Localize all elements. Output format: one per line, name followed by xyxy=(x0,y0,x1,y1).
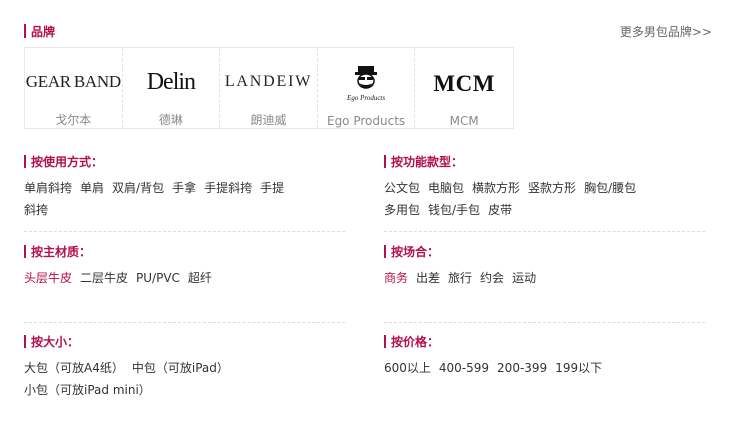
filter-material-title: 按主材质： xyxy=(31,244,92,259)
filter-option[interactable]: 竖款方形 xyxy=(528,177,576,199)
divider xyxy=(384,322,705,323)
filter-usage-title: 按使用方式： xyxy=(31,154,104,169)
filter-option[interactable]: 钱包/手包 xyxy=(428,199,480,221)
filter-occasion: 按场合： 商务 出差 旅行 约会 运动 xyxy=(384,243,704,289)
brand-item-landeiw[interactable]: LANDEIW 朗迪威 xyxy=(220,48,318,128)
filter-option[interactable]: 胸包/腰包 xyxy=(584,177,636,199)
filter-option[interactable]: 电脑包 xyxy=(428,177,464,199)
section-marker xyxy=(384,244,386,258)
gear-band-logo: GEAR BAND xyxy=(25,72,121,91)
filter-option[interactable]: 199以下 xyxy=(555,357,602,379)
filter-option-selected[interactable]: 商务 xyxy=(384,267,408,289)
filter-occasion-title: 按场合： xyxy=(391,244,440,259)
brand-grid: GEAR BAND 戈尔本 Delin 德琳 LANDEIW 朗迪威 Ego P… xyxy=(24,47,514,129)
filter-option[interactable]: 单肩斜挎 xyxy=(24,177,72,199)
brand-section-title: 品牌 xyxy=(31,24,56,39)
filter-option[interactable]: 小包（可放iPad mini） xyxy=(24,379,151,401)
filter-option-selected[interactable]: 头层牛皮 xyxy=(24,267,72,289)
filter-option[interactable]: 出差 xyxy=(416,267,440,289)
filter-option[interactable]: 600以上 xyxy=(384,357,431,379)
filter-option[interactable]: 手拿 xyxy=(172,177,196,199)
brand-name: Ego Products xyxy=(326,114,406,128)
filter-price-title: 按价格： xyxy=(391,334,440,349)
filter-option[interactable]: 大包（可放A4纸） xyxy=(24,357,124,379)
brand-item-mcm[interactable]: MCM MCM xyxy=(415,48,513,129)
filter-option[interactable]: 横款方形 xyxy=(472,177,520,199)
filter-price: 按价格： 600以上 400-599 200-399 199以下 xyxy=(384,333,704,379)
brand-name: MCM xyxy=(449,114,479,128)
filter-option[interactable]: 手提斜挎 xyxy=(204,177,252,199)
filter-usage: 按使用方式： 单肩斜挎 单肩 双肩/背包 手拿 手提斜挎 手提 斜挎 xyxy=(24,153,324,221)
filter-usage-options: 单肩斜挎 单肩 双肩/背包 手拿 手提斜挎 手提 斜挎 xyxy=(24,177,324,221)
filter-function: 按功能款型： 公文包 电脑包 横款方形 竖款方形 胸包/腰包多用包 钱包/手包 皮带 xyxy=(384,153,704,221)
brand-section-header: 品牌 xyxy=(24,23,55,39)
filter-option[interactable]: 二层牛皮 xyxy=(80,267,128,289)
filter-option[interactable]: 多用包 xyxy=(384,199,420,221)
section-marker xyxy=(24,24,26,38)
filter-function-options: 公文包 电脑包 横款方形 竖款方形 胸包/腰包多用包 钱包/手包 皮带 xyxy=(384,177,704,221)
filter-option[interactable]: 旅行 xyxy=(448,267,472,289)
landeiw-logo: LANDEIW xyxy=(224,73,313,90)
filter-option[interactable]: 手提 xyxy=(260,177,284,199)
section-marker xyxy=(384,154,386,168)
filter-option[interactable]: 公文包 xyxy=(384,177,420,199)
brand-item-ego-products[interactable]: Ego Products Ego Products xyxy=(318,48,416,128)
mcm-logo: MCM xyxy=(433,70,495,96)
section-marker xyxy=(24,334,26,348)
section-marker xyxy=(24,244,26,258)
filter-size-options: 大包（可放A4纸） 中包（可放iPad） 小包（可放iPad mini） xyxy=(24,357,354,401)
section-marker xyxy=(24,154,26,168)
brand-name: 朗迪威 xyxy=(250,113,287,127)
filter-option[interactable]: 单肩 xyxy=(80,177,104,199)
filter-price-options: 600以上 400-599 200-399 199以下 xyxy=(384,357,704,379)
ego-products-logo: Ego Products xyxy=(318,61,415,106)
filter-option[interactable]: 皮带 xyxy=(488,199,512,221)
filter-option[interactable]: PU/PVC xyxy=(136,267,180,289)
divider xyxy=(24,231,345,232)
filter-option[interactable]: 超纤 xyxy=(188,267,212,289)
filter-option[interactable]: 约会 xyxy=(480,267,504,289)
brand-name: 戈尔本 xyxy=(55,113,92,127)
delin-logo: Delin xyxy=(146,68,196,95)
filter-option[interactable]: 运动 xyxy=(512,267,536,289)
divider xyxy=(24,322,345,323)
filter-option[interactable]: 400-599 xyxy=(439,357,489,379)
brand-item-gear-band[interactable]: GEAR BAND 戈尔本 xyxy=(25,48,123,128)
ego-face-icon xyxy=(355,66,378,89)
filter-material: 按主材质： 头层牛皮 二层牛皮 PU/PVC 超纤 xyxy=(24,243,344,289)
brand-item-delin[interactable]: Delin 德琳 xyxy=(123,48,221,128)
filter-material-options: 头层牛皮 二层牛皮 PU/PVC 超纤 xyxy=(24,267,344,289)
filter-size: 按大小： 大包（可放A4纸） 中包（可放iPad） 小包（可放iPad mini） xyxy=(24,333,354,401)
filter-function-title: 按功能款型： xyxy=(391,154,464,169)
filter-option[interactable]: 双肩/背包 xyxy=(112,177,164,199)
section-marker xyxy=(384,334,386,348)
filter-option[interactable]: 200-399 xyxy=(497,357,547,379)
filter-option[interactable]: 中包（可放iPad） xyxy=(132,357,229,379)
filter-occasion-options: 商务 出差 旅行 约会 运动 xyxy=(384,267,704,289)
more-brands-link[interactable]: 更多男包品牌>> xyxy=(620,23,712,40)
brand-name: 德琳 xyxy=(158,113,183,127)
divider xyxy=(384,231,705,232)
filter-option[interactable]: 斜挎 xyxy=(24,199,48,221)
filter-size-title: 按大小： xyxy=(31,334,80,349)
